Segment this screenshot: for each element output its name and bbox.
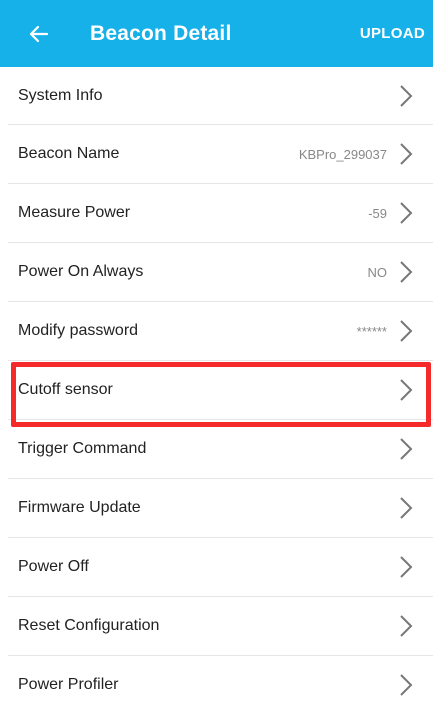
list-item-measure-power[interactable]: Measure Power -59	[8, 184, 433, 243]
chevron-right-icon	[399, 614, 413, 638]
chevron-right-icon	[399, 84, 413, 108]
list-item-reset-configuration[interactable]: Reset Configuration	[8, 597, 433, 656]
list-item-power-on-always[interactable]: Power On Always NO	[8, 243, 433, 302]
chevron-right-icon	[399, 555, 413, 579]
settings-list: System Info Beacon Name KBPro_299037 Mea…	[0, 67, 433, 709]
list-item-cutoff-sensor[interactable]: Cutoff sensor	[8, 361, 433, 420]
back-button[interactable]	[28, 23, 50, 45]
chevron-right-icon	[399, 319, 413, 343]
list-item-label: Trigger Command	[18, 440, 147, 457]
list-item-label: System Info	[18, 86, 103, 104]
beacon-detail-screen: Beacon Detail UPLOAD System Info Beacon …	[0, 0, 433, 709]
list-item-value: ******	[356, 323, 387, 339]
list-item-label: Measure Power	[18, 204, 131, 221]
page-title: Beacon Detail	[90, 21, 232, 45]
list-item-label: Modify password	[18, 322, 139, 339]
list-item-trigger-command[interactable]: Trigger Command	[8, 420, 433, 479]
list-item-label: Firmware Update	[18, 499, 141, 516]
chevron-right-icon	[399, 142, 413, 166]
chevron-right-icon	[399, 260, 413, 284]
app-header: Beacon Detail UPLOAD	[0, 0, 433, 67]
chevron-right-icon	[399, 201, 413, 225]
list-item-power-off[interactable]: Power Off	[8, 538, 433, 597]
list-item-value: -59	[368, 205, 387, 221]
list-item-firmware-update[interactable]: Firmware Update	[8, 479, 433, 538]
list-item-label: Power Profiler	[18, 676, 119, 693]
list-item-power-profiler[interactable]: Power Profiler	[8, 656, 433, 709]
list-item-label: Reset Configuration	[18, 617, 160, 634]
list-item-system-info[interactable]: System Info	[8, 67, 433, 125]
list-item-beacon-name[interactable]: Beacon Name KBPro_299037	[8, 125, 433, 184]
chevron-right-icon	[399, 673, 413, 697]
list-item-label: Power On Always	[18, 263, 144, 280]
list-item-label: Cutoff sensor	[18, 381, 113, 398]
list-item-label: Beacon Name	[18, 145, 120, 162]
chevron-right-icon	[399, 496, 413, 520]
list-item-modify-password[interactable]: Modify password ******	[8, 302, 433, 361]
list-item-label: Power Off	[18, 558, 89, 575]
chevron-right-icon	[399, 378, 413, 402]
upload-button[interactable]: UPLOAD	[360, 25, 425, 42]
list-item-value: KBPro_299037	[298, 146, 387, 162]
list-item-value: NO	[367, 264, 388, 280]
chevron-right-icon	[399, 437, 413, 461]
arrow-left-icon	[29, 25, 49, 42]
